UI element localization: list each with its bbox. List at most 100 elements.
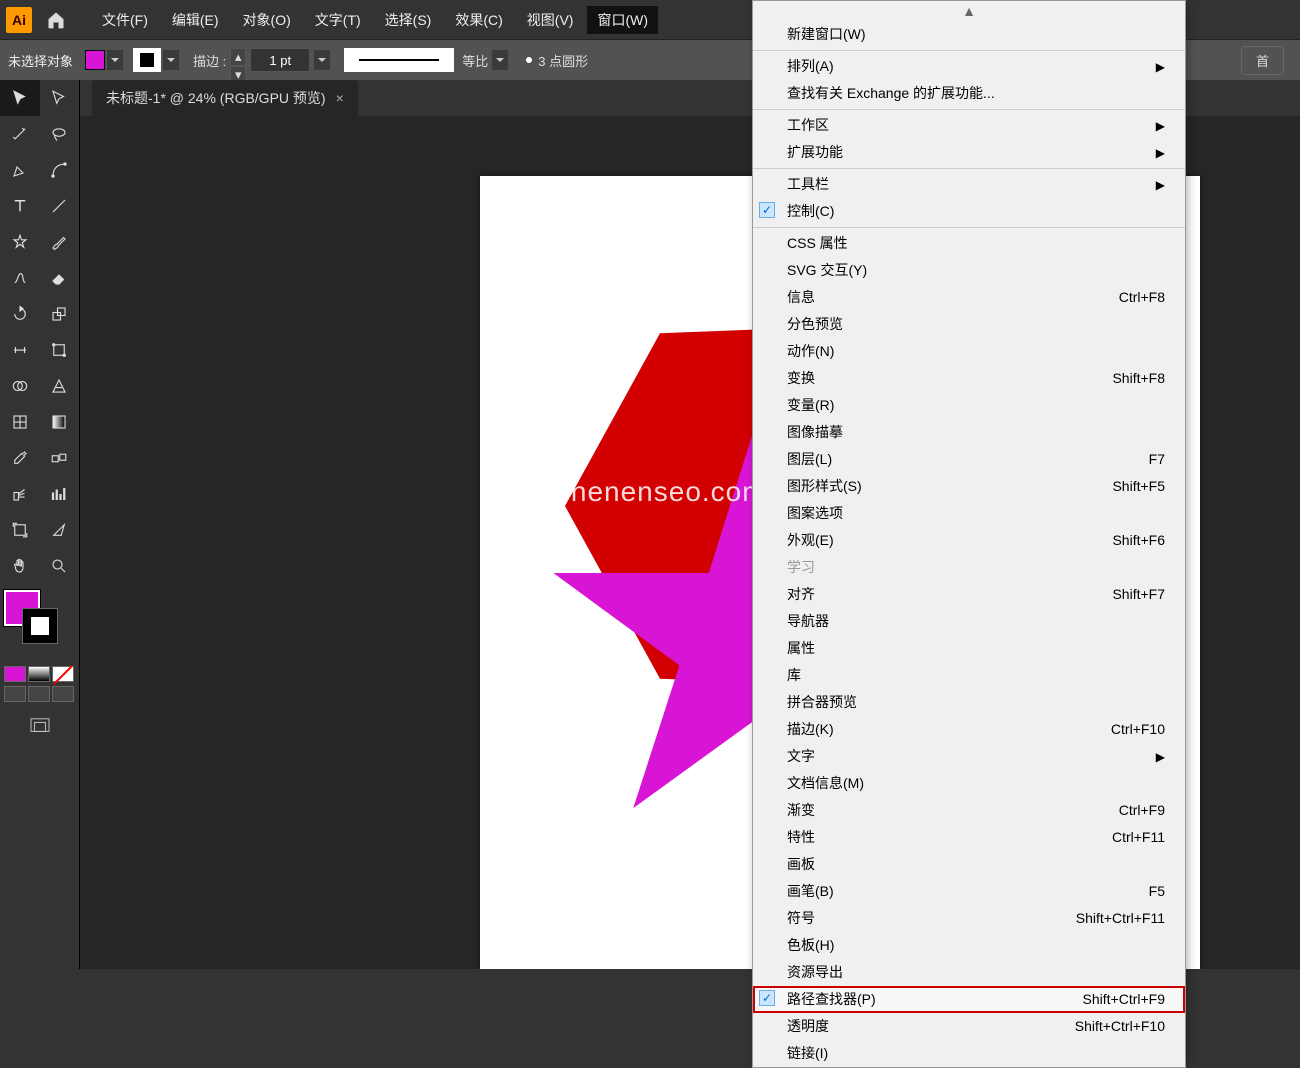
profile-preview[interactable]	[344, 48, 454, 72]
menu-scroll-up[interactable]: ▲	[753, 1, 1185, 21]
draw-mode-normal[interactable]	[4, 686, 26, 702]
line-tool[interactable]	[40, 188, 80, 224]
menu-item[interactable]: CSS 属性	[753, 230, 1185, 257]
gradient-tool[interactable]	[40, 404, 80, 440]
menu-item[interactable]: 图层(L)F7	[753, 446, 1185, 473]
color-mode-solid[interactable]	[4, 666, 26, 682]
menu-window[interactable]: 窗口(W)	[587, 6, 658, 34]
menu-item[interactable]: 变换Shift+F8	[753, 365, 1185, 392]
draw-mode-behind[interactable]	[28, 686, 50, 702]
selection-tool[interactable]	[0, 80, 40, 116]
stroke-swatch[interactable]	[133, 48, 161, 72]
menu-item[interactable]: 动作(N)	[753, 338, 1185, 365]
menu-bar: 文件(F) 编辑(E) 对象(O) 文字(T) 选择(S) 效果(C) 视图(V…	[92, 6, 658, 34]
type-tool[interactable]	[0, 188, 40, 224]
prefs-button[interactable]: 首	[1241, 46, 1284, 75]
pen-tool[interactable]	[0, 152, 40, 188]
slice-tool[interactable]	[40, 512, 80, 548]
menu-item[interactable]: 工作区▶	[753, 112, 1185, 139]
stroke-dropdown[interactable]	[163, 50, 179, 70]
document-tab[interactable]: 未标题-1* @ 24% (RGB/GPU 预览) ×	[92, 80, 358, 116]
menu-item[interactable]: 文字▶	[753, 743, 1185, 770]
scale-tool[interactable]	[40, 296, 80, 332]
perspective-tool[interactable]	[40, 368, 80, 404]
scale-dd[interactable]	[492, 50, 508, 70]
star-tool[interactable]	[0, 224, 40, 260]
menu-item[interactable]: 导航器	[753, 608, 1185, 635]
menu-item[interactable]: 图像描摹	[753, 419, 1185, 446]
symbol-sprayer-tool[interactable]	[0, 476, 40, 512]
menu-select[interactable]: 选择(S)	[375, 6, 442, 34]
color-mode-none[interactable]	[52, 666, 74, 682]
zoom-tool[interactable]	[40, 548, 80, 584]
menu-item[interactable]: 符号Shift+Ctrl+F11	[753, 905, 1185, 932]
menu-item[interactable]: 排列(A)▶	[753, 53, 1185, 80]
menu-item[interactable]: 图案选项	[753, 500, 1185, 527]
close-tab-icon[interactable]: ×	[336, 90, 344, 106]
menu-item[interactable]: 查找有关 Exchange 的扩展功能...	[753, 80, 1185, 107]
menu-object[interactable]: 对象(O)	[233, 6, 301, 34]
check-icon: ✓	[759, 202, 775, 218]
menu-item-label: 外观(E)	[787, 530, 834, 551]
width-tool[interactable]	[0, 332, 40, 368]
menu-item[interactable]: 工具栏▶	[753, 171, 1185, 198]
menu-item[interactable]: 链接(I)	[753, 1040, 1185, 1067]
shaper-tool[interactable]	[0, 260, 40, 296]
menu-item[interactable]: 外观(E)Shift+F6	[753, 527, 1185, 554]
menu-item[interactable]: ✓路径查找器(P)Shift+Ctrl+F9	[753, 986, 1185, 1013]
menu-item[interactable]: 特性Ctrl+F11	[753, 824, 1185, 851]
menu-item[interactable]: 文档信息(M)	[753, 770, 1185, 797]
menu-item[interactable]: 色板(H)	[753, 932, 1185, 959]
fill-swatch[interactable]	[85, 50, 105, 70]
rotate-tool[interactable]	[0, 296, 40, 332]
stroke-width-dd[interactable]	[314, 50, 330, 70]
mesh-tool[interactable]	[0, 404, 40, 440]
menu-file[interactable]: 文件(F)	[92, 6, 158, 34]
menu-item[interactable]: SVG 交互(Y)	[753, 257, 1185, 284]
eraser-tool[interactable]	[40, 260, 80, 296]
menu-item[interactable]: 库	[753, 662, 1185, 689]
eyedropper-tool[interactable]	[0, 440, 40, 476]
menu-item[interactable]: 属性	[753, 635, 1185, 662]
fill-dropdown[interactable]	[107, 50, 123, 70]
menu-item[interactable]: 拼合器预览	[753, 689, 1185, 716]
direct-selection-tool[interactable]	[40, 80, 80, 116]
menu-item[interactable]: 图形样式(S)Shift+F5	[753, 473, 1185, 500]
menu-item[interactable]: 描边(K)Ctrl+F10	[753, 716, 1185, 743]
menu-view[interactable]: 视图(V)	[517, 6, 584, 34]
hand-tool[interactable]	[0, 548, 40, 584]
menu-item[interactable]: 画板	[753, 851, 1185, 878]
menu-item[interactable]: 变量(R)	[753, 392, 1185, 419]
menu-item[interactable]: 资源导出	[753, 959, 1185, 986]
color-mode-gradient[interactable]	[28, 666, 50, 682]
column-graph-tool[interactable]	[40, 476, 80, 512]
lasso-tool[interactable]	[40, 116, 80, 152]
menu-item[interactable]: 渐变Ctrl+F9	[753, 797, 1185, 824]
menu-item[interactable]: ✓控制(C)	[753, 198, 1185, 225]
menu-type[interactable]: 文字(T)	[305, 6, 371, 34]
magic-wand-tool[interactable]	[0, 116, 40, 152]
menu-item[interactable]: 扩展功能▶	[753, 139, 1185, 166]
menu-item[interactable]: 对齐Shift+F7	[753, 581, 1185, 608]
menu-effect[interactable]: 效果(C)	[445, 6, 512, 34]
shape-builder-tool[interactable]	[0, 368, 40, 404]
paintbrush-tool[interactable]	[40, 224, 80, 260]
menu-item[interactable]: 信息Ctrl+F8	[753, 284, 1185, 311]
home-button[interactable]	[40, 4, 72, 36]
brush-preview[interactable]: 3 点圆形	[526, 51, 588, 70]
curvature-tool[interactable]	[40, 152, 80, 188]
menu-edit[interactable]: 编辑(E)	[162, 6, 229, 34]
menu-item[interactable]: 新建窗口(W)	[753, 21, 1185, 48]
screen-mode-button[interactable]	[0, 708, 79, 744]
menu-item[interactable]: 透明度Shift+Ctrl+F10	[753, 1013, 1185, 1040]
stroke-stepper[interactable]: ▴▾	[230, 48, 246, 72]
stroke-color-swatch[interactable]	[22, 608, 58, 644]
artboard-tool[interactable]	[0, 512, 40, 548]
draw-mode-inside[interactable]	[52, 686, 74, 702]
menu-item[interactable]: 分色预览	[753, 311, 1185, 338]
menu-item-label: 新建窗口(W)	[787, 24, 866, 45]
free-transform-tool[interactable]	[40, 332, 80, 368]
stroke-width-field[interactable]: 1 pt	[250, 48, 310, 72]
blend-tool[interactable]	[40, 440, 80, 476]
menu-item[interactable]: 画笔(B)F5	[753, 878, 1185, 905]
